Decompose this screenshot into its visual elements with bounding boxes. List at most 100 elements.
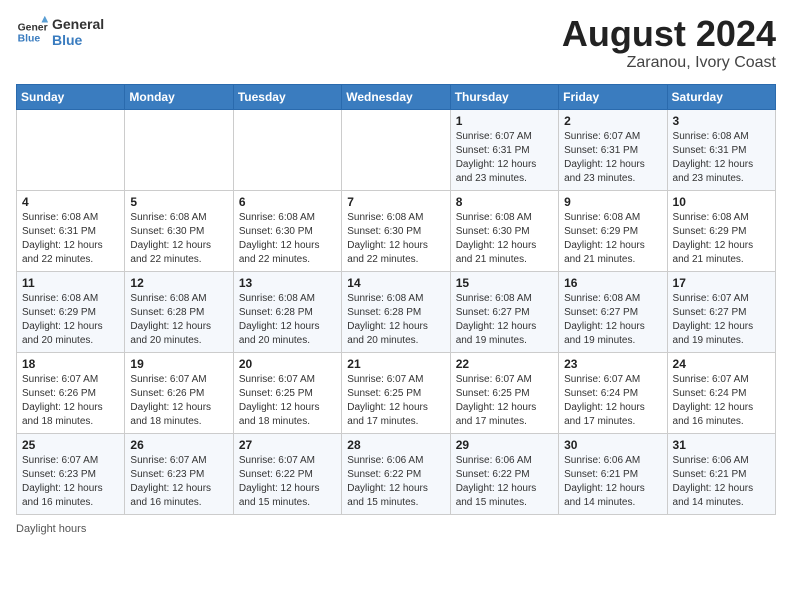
day-number: 10 — [673, 195, 770, 209]
day-info: Sunrise: 6:08 AM Sunset: 6:28 PM Dayligh… — [347, 292, 444, 348]
day-number: 29 — [456, 438, 553, 452]
day-of-week-header: Sunday — [17, 85, 125, 110]
day-number: 20 — [239, 357, 336, 371]
day-info: Sunrise: 6:07 AM Sunset: 6:31 PM Dayligh… — [564, 130, 661, 186]
calendar-week-row: 18 Sunrise: 6:07 AM Sunset: 6:26 PM Dayli… — [17, 353, 776, 434]
day-number: 25 — [22, 438, 119, 452]
day-number: 3 — [673, 114, 770, 128]
calendar-cell: 20 Sunrise: 6:07 AM Sunset: 6:25 PM Dayli… — [233, 353, 341, 434]
day-info: Sunrise: 6:07 AM Sunset: 6:23 PM Dayligh… — [22, 454, 119, 510]
calendar-cell: 6 Sunrise: 6:08 AM Sunset: 6:30 PM Daylig… — [233, 191, 341, 272]
calendar-week-row: 11Sunrise: 6:08 AM Sunset: 6:29 PM Dayli… — [17, 272, 776, 353]
day-number: 15 — [456, 276, 553, 290]
calendar-cell: 24 Sunrise: 6:07 AM Sunset: 6:24 PM Dayli… — [667, 353, 775, 434]
calendar-cell: 25 Sunrise: 6:07 AM Sunset: 6:23 PM Dayli… — [17, 434, 125, 515]
day-number: 9 — [564, 195, 661, 209]
calendar-cell: 14Sunrise: 6:08 AM Sunset: 6:28 PM Dayli… — [342, 272, 450, 353]
calendar-cell: 31 Sunrise: 6:06 AM Sunset: 6:21 PM Dayli… — [667, 434, 775, 515]
svg-text:Blue: Blue — [18, 34, 41, 45]
day-number: 18 — [22, 357, 119, 371]
calendar-cell: 3 Sunrise: 6:08 AM Sunset: 6:31 PM Daylig… — [667, 110, 775, 191]
day-info: Sunrise: 6:08 AM Sunset: 6:27 PM Dayligh… — [456, 292, 553, 348]
day-info: Sunrise: 6:08 AM Sunset: 6:29 PM Dayligh… — [564, 211, 661, 267]
calendar-cell: 15 Sunrise: 6:08 AM Sunset: 6:27 PM Dayli… — [450, 272, 558, 353]
day-number: 24 — [673, 357, 770, 371]
calendar-cell: 4 Sunrise: 6:08 AM Sunset: 6:31 PM Daylig… — [17, 191, 125, 272]
day-info: Sunrise: 6:08 AM Sunset: 6:30 PM Dayligh… — [456, 211, 553, 267]
day-number: 27 — [239, 438, 336, 452]
calendar-cell: 1 Sunrise: 6:07 AM Sunset: 6:31 PM Daylig… — [450, 110, 558, 191]
day-info: Sunrise: 6:07 AM Sunset: 6:25 PM Dayligh… — [239, 373, 336, 429]
day-info: Sunrise: 6:07 AM Sunset: 6:25 PM Dayligh… — [456, 373, 553, 429]
day-of-week-header: Wednesday — [342, 85, 450, 110]
calendar-cell: 12Sunrise: 6:08 AM Sunset: 6:28 PM Dayli… — [125, 272, 233, 353]
calendar-table: SundayMondayTuesdayWednesdayThursdayFrid… — [16, 84, 776, 515]
page-subtitle: Zaranou, Ivory Coast — [562, 54, 776, 72]
day-info: Sunrise: 6:06 AM Sunset: 6:21 PM Dayligh… — [564, 454, 661, 510]
day-info: Sunrise: 6:08 AM Sunset: 6:29 PM Dayligh… — [673, 211, 770, 267]
day-info: Sunrise: 6:08 AM Sunset: 6:31 PM Dayligh… — [673, 130, 770, 186]
calendar-cell: 13 Sunrise: 6:08 AM Sunset: 6:28 PM Dayli… — [233, 272, 341, 353]
day-info: Sunrise: 6:08 AM Sunset: 6:30 PM Dayligh… — [347, 211, 444, 267]
calendar-cell: 27Sunrise: 6:07 AM Sunset: 6:22 PM Dayli… — [233, 434, 341, 515]
day-number: 13 — [239, 276, 336, 290]
logo: General Blue General Blue — [16, 16, 104, 48]
calendar-cell: 26Sunrise: 6:07 AM Sunset: 6:23 PM Dayli… — [125, 434, 233, 515]
day-of-week-header: Saturday — [667, 85, 775, 110]
day-number: 17 — [673, 276, 770, 290]
calendar-week-row: 4 Sunrise: 6:08 AM Sunset: 6:31 PM Daylig… — [17, 191, 776, 272]
day-number: 6 — [239, 195, 336, 209]
day-number: 26 — [130, 438, 227, 452]
day-number: 30 — [564, 438, 661, 452]
day-of-week-header: Thursday — [450, 85, 558, 110]
calendar-cell: 23Sunrise: 6:07 AM Sunset: 6:24 PM Dayli… — [559, 353, 667, 434]
day-number: 11 — [22, 276, 119, 290]
day-info: Sunrise: 6:08 AM Sunset: 6:31 PM Dayligh… — [22, 211, 119, 267]
calendar-cell: 2 Sunrise: 6:07 AM Sunset: 6:31 PM Daylig… — [559, 110, 667, 191]
footer-note: Daylight hours — [16, 523, 776, 535]
calendar-cell: 30 Sunrise: 6:06 AM Sunset: 6:21 PM Dayli… — [559, 434, 667, 515]
calendar-cell — [125, 110, 233, 191]
day-info: Sunrise: 6:06 AM Sunset: 6:21 PM Dayligh… — [673, 454, 770, 510]
day-number: 12 — [130, 276, 227, 290]
calendar-cell: 8Sunrise: 6:08 AM Sunset: 6:30 PM Daylig… — [450, 191, 558, 272]
day-of-week-header: Tuesday — [233, 85, 341, 110]
day-number: 16 — [564, 276, 661, 290]
calendar-cell: 19 Sunrise: 6:07 AM Sunset: 6:26 PM Dayli… — [125, 353, 233, 434]
title-block: August 2024 Zaranou, Ivory Coast — [562, 16, 776, 72]
svg-text:General: General — [18, 22, 48, 33]
calendar-cell: 5Sunrise: 6:08 AM Sunset: 6:30 PM Daylig… — [125, 191, 233, 272]
day-info: Sunrise: 6:08 AM Sunset: 6:30 PM Dayligh… — [130, 211, 227, 267]
day-info: Sunrise: 6:07 AM Sunset: 6:26 PM Dayligh… — [22, 373, 119, 429]
calendar-cell: 21Sunrise: 6:07 AM Sunset: 6:25 PM Dayli… — [342, 353, 450, 434]
day-info: Sunrise: 6:07 AM Sunset: 6:27 PM Dayligh… — [673, 292, 770, 348]
logo-icon: General Blue — [16, 16, 48, 48]
calendar-cell: 16Sunrise: 6:08 AM Sunset: 6:27 PM Dayli… — [559, 272, 667, 353]
day-number: 1 — [456, 114, 553, 128]
calendar-cell — [233, 110, 341, 191]
day-number: 19 — [130, 357, 227, 371]
calendar-cell — [342, 110, 450, 191]
day-number: 4 — [22, 195, 119, 209]
calendar-cell: 9 Sunrise: 6:08 AM Sunset: 6:29 PM Daylig… — [559, 191, 667, 272]
day-number: 22 — [456, 357, 553, 371]
day-info: Sunrise: 6:07 AM Sunset: 6:31 PM Dayligh… — [456, 130, 553, 186]
page-title: August 2024 — [562, 16, 776, 52]
day-info: Sunrise: 6:07 AM Sunset: 6:25 PM Dayligh… — [347, 373, 444, 429]
calendar-cell: 11Sunrise: 6:08 AM Sunset: 6:29 PM Dayli… — [17, 272, 125, 353]
day-info: Sunrise: 6:07 AM Sunset: 6:24 PM Dayligh… — [564, 373, 661, 429]
day-info: Sunrise: 6:06 AM Sunset: 6:22 PM Dayligh… — [347, 454, 444, 510]
logo-blue: Blue — [52, 32, 104, 48]
day-info: Sunrise: 6:08 AM Sunset: 6:30 PM Dayligh… — [239, 211, 336, 267]
day-info: Sunrise: 6:07 AM Sunset: 6:24 PM Dayligh… — [673, 373, 770, 429]
day-info: Sunrise: 6:06 AM Sunset: 6:22 PM Dayligh… — [456, 454, 553, 510]
day-number: 7 — [347, 195, 444, 209]
day-info: Sunrise: 6:08 AM Sunset: 6:28 PM Dayligh… — [239, 292, 336, 348]
day-number: 31 — [673, 438, 770, 452]
day-number: 2 — [564, 114, 661, 128]
day-info: Sunrise: 6:07 AM Sunset: 6:26 PM Dayligh… — [130, 373, 227, 429]
calendar-cell: 10 Sunrise: 6:08 AM Sunset: 6:29 PM Dayli… — [667, 191, 775, 272]
day-of-week-header: Monday — [125, 85, 233, 110]
calendar-cell: 22 Sunrise: 6:07 AM Sunset: 6:25 PM Dayli… — [450, 353, 558, 434]
calendar-cell: 28Sunrise: 6:06 AM Sunset: 6:22 PM Dayli… — [342, 434, 450, 515]
